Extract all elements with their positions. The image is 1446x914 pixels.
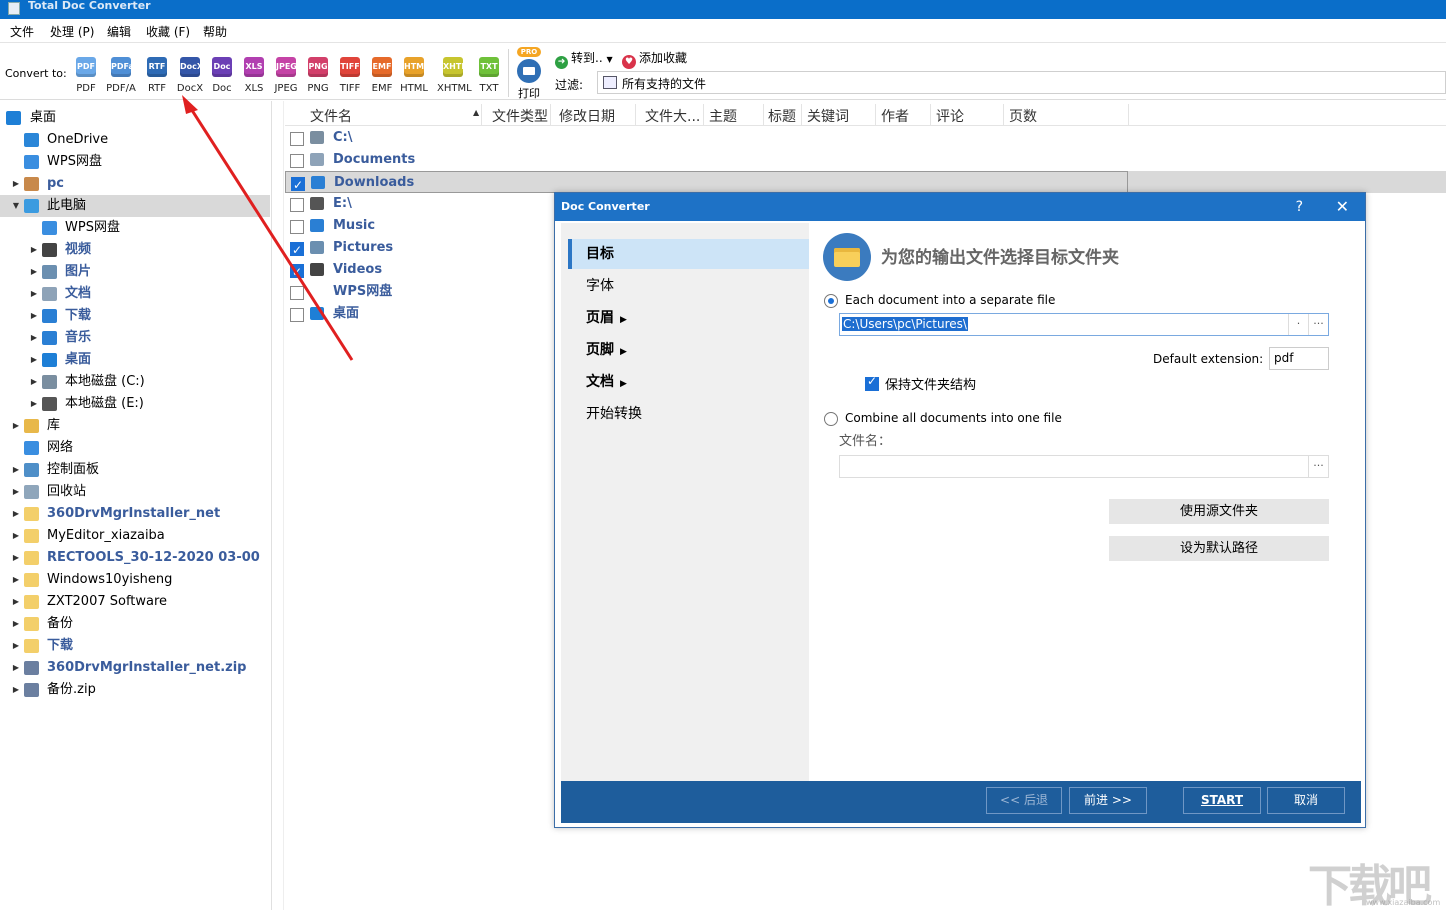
watermark-url: www.xiazaiba.com xyxy=(1366,898,1441,907)
dialog-nav-item[interactable]: 开始转换 xyxy=(568,399,809,429)
dialog-nav-item[interactable]: 文档 ▶ xyxy=(568,367,809,397)
filename-input[interactable]: ... xyxy=(839,455,1329,478)
separate-file-radio[interactable] xyxy=(824,294,838,308)
dialog-nav-item[interactable]: 页脚 ▶ xyxy=(568,335,809,365)
dialog-content: 为您的输出文件选择目标文件夹 Each document into a sepa… xyxy=(809,223,1365,781)
chevron-right-icon: ▶ xyxy=(620,379,627,389)
dialog-nav-label: 页脚 xyxy=(586,342,614,358)
filename-browse-button[interactable]: ... xyxy=(1308,456,1328,477)
dialog-nav-label: 页眉 xyxy=(586,310,614,326)
next-button[interactable]: 前进 >> xyxy=(1069,787,1147,814)
dialog-nav-item[interactable]: 目标 xyxy=(568,239,809,269)
close-button[interactable]: ✕ xyxy=(1336,193,1349,221)
default-extension-input[interactable]: pdf xyxy=(1269,347,1329,370)
dialog-nav-item[interactable]: 字体 xyxy=(568,271,809,301)
keep-structure-label: 保持文件夹结构 xyxy=(885,378,977,393)
use-source-folder-button[interactable]: 使用源文件夹 xyxy=(1109,499,1329,524)
cancel-button[interactable]: 取消 xyxy=(1267,787,1345,814)
combine-radio[interactable] xyxy=(824,412,838,426)
help-button[interactable]: ? xyxy=(1296,193,1303,221)
dot-button[interactable]: . xyxy=(1288,314,1308,335)
dialog-nav-label: 目标 xyxy=(586,246,614,262)
dialog-title: Doc Converter xyxy=(561,200,650,213)
chevron-right-icon: ▶ xyxy=(620,347,627,357)
default-extension-value: pdf xyxy=(1274,351,1294,365)
dialog-nav-label: 文档 xyxy=(586,374,614,390)
browse-button[interactable]: ... xyxy=(1308,314,1328,335)
doc-converter-dialog: Doc Converter ? ✕ 目标字体页眉 ▶ 页脚 ▶ 文档 ▶ 开始转换 为您的输… xyxy=(554,192,1366,828)
dialog-nav-item[interactable]: 页眉 ▶ xyxy=(568,303,809,333)
output-path-value: C:\Users\pc\Pictures\ xyxy=(842,317,968,331)
dialog-nav-label: 开始转换 xyxy=(586,406,642,422)
dialog-headline: 为您的输出文件选择目标文件夹 xyxy=(881,248,1119,268)
set-default-path-button[interactable]: 设为默认路径 xyxy=(1109,536,1329,561)
start-button[interactable]: START xyxy=(1183,787,1261,814)
dialog-nav: 目标字体页眉 ▶ 页脚 ▶ 文档 ▶ 开始转换 xyxy=(561,223,809,781)
dialog-footer: << 后退 前进 >> START 取消 xyxy=(561,781,1361,823)
filename-label: 文件名： xyxy=(839,434,892,449)
default-extension-label: Default extension: xyxy=(1153,352,1264,366)
keep-structure-checkbox[interactable] xyxy=(865,374,879,391)
output-path-input[interactable]: C:\Users\pc\Pictures\ . ... xyxy=(839,313,1329,336)
dialog-nav-label: 字体 xyxy=(586,278,614,294)
dialog-title-bar: Doc Converter xyxy=(555,193,1365,221)
watermark-logo: 下载吧 www.xiazaiba.com xyxy=(1308,850,1446,912)
chevron-right-icon: ▶ xyxy=(620,315,627,325)
separate-file-label: Each document into a separate file xyxy=(845,293,1056,307)
back-button[interactable]: << 后退 xyxy=(986,787,1062,814)
folder-icon xyxy=(823,233,871,281)
combine-label: Combine all documents into one file xyxy=(845,411,1062,425)
